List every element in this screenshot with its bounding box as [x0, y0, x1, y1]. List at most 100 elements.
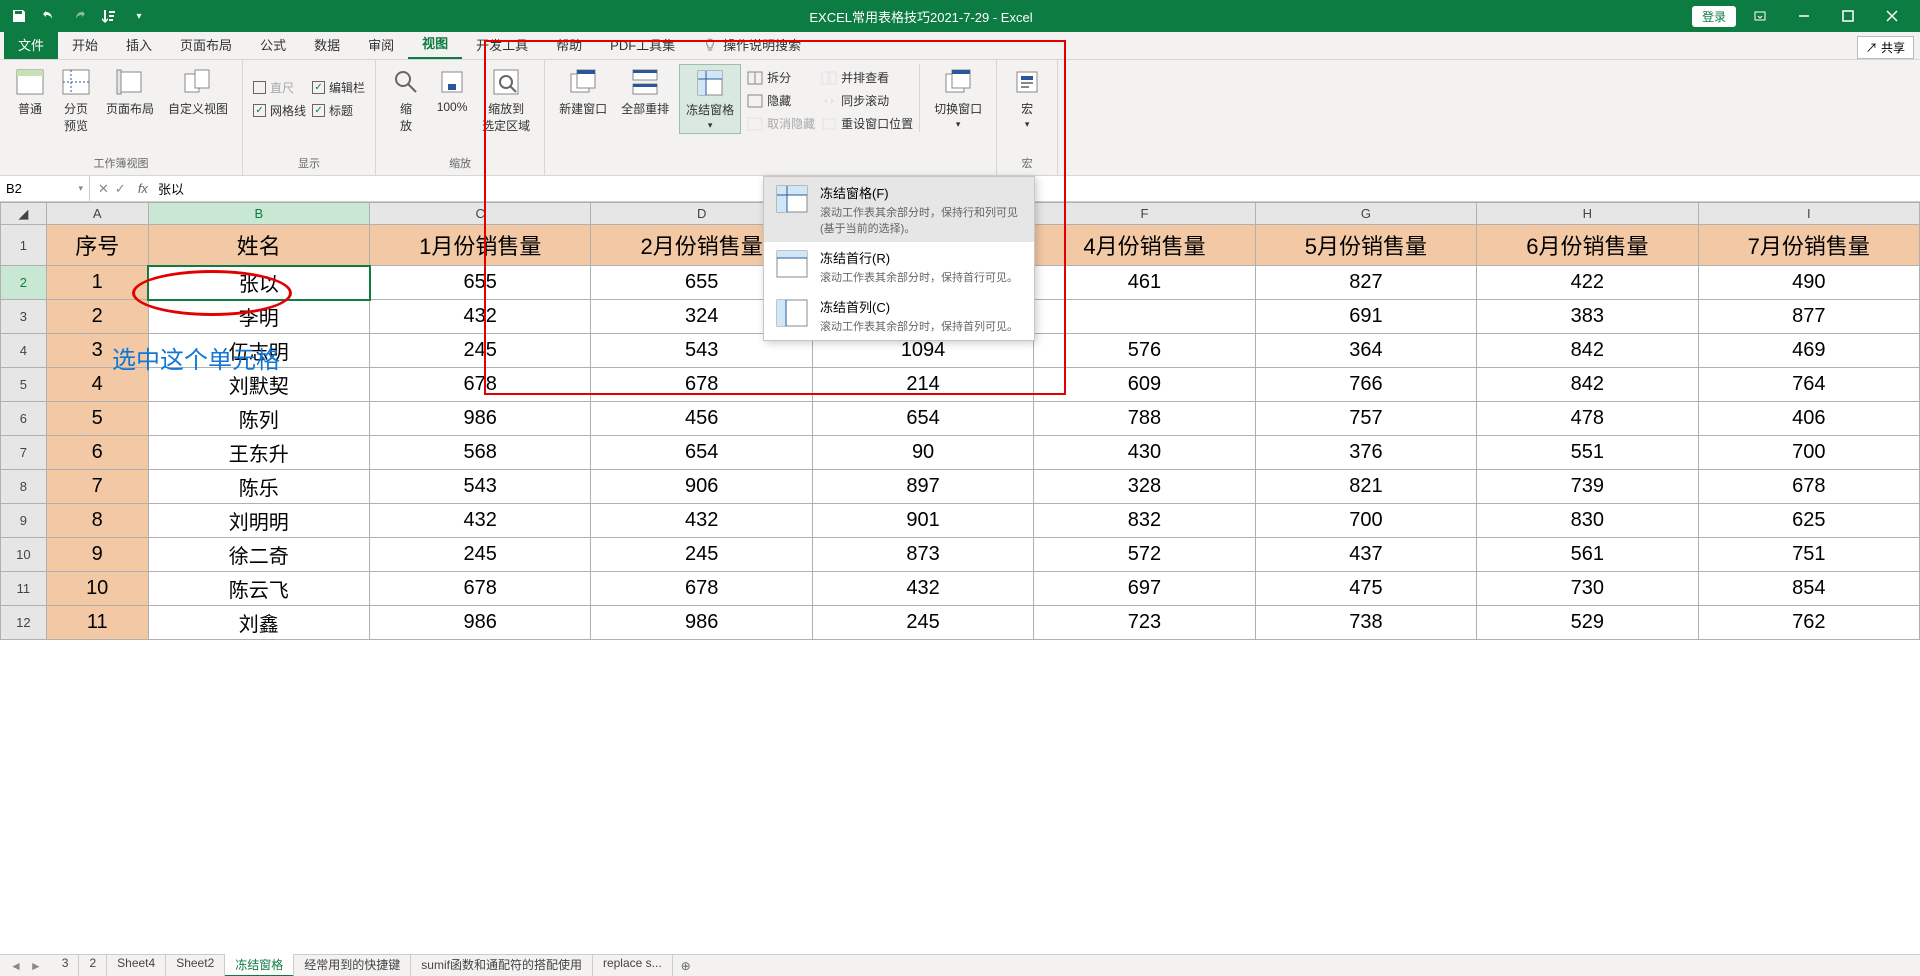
cell[interactable]: 徐二奇: [148, 538, 369, 572]
page-layout-button[interactable]: 页面布局: [102, 64, 158, 119]
tab-page-layout[interactable]: 页面布局: [166, 30, 246, 59]
cell[interactable]: 543: [370, 470, 591, 504]
cell[interactable]: [1034, 300, 1255, 334]
page-break-button[interactable]: 分页 预览: [56, 64, 96, 136]
cell[interactable]: 328: [1034, 470, 1255, 504]
cell[interactable]: 901: [812, 504, 1033, 538]
row-header[interactable]: 5: [1, 368, 47, 402]
save-icon[interactable]: [8, 5, 30, 27]
cell[interactable]: 9: [46, 538, 148, 572]
sheet-tab[interactable]: 冻结窗格: [225, 954, 294, 976]
row-header[interactable]: 6: [1, 402, 47, 436]
cell[interactable]: 422: [1477, 266, 1698, 300]
cell[interactable]: 11: [46, 606, 148, 640]
cell[interactable]: 873: [812, 538, 1033, 572]
ribbon-options-icon[interactable]: [1740, 0, 1780, 32]
zoom-selection-button[interactable]: 缩放到 选定区域: [478, 64, 534, 136]
cell[interactable]: 842: [1477, 334, 1698, 368]
tell-me[interactable]: 操作说明搜索: [689, 30, 815, 59]
tab-insert[interactable]: 插入: [112, 30, 166, 59]
cell[interactable]: 842: [1477, 368, 1698, 402]
row-header[interactable]: 2: [1, 266, 47, 300]
cell[interactable]: 678: [591, 368, 812, 402]
tab-home[interactable]: 开始: [58, 30, 112, 59]
fx-icon[interactable]: fx: [134, 181, 152, 196]
cell[interactable]: 1: [46, 266, 148, 300]
cell[interactable]: 576: [1034, 334, 1255, 368]
cell[interactable]: 609: [1034, 368, 1255, 402]
cell[interactable]: 788: [1034, 402, 1255, 436]
close-icon[interactable]: [1872, 0, 1912, 32]
freeze-panes-button[interactable]: 冻结窗格 ▾: [679, 64, 741, 134]
headings-check[interactable]: 标题: [312, 101, 365, 120]
tab-file[interactable]: 文件: [4, 30, 58, 59]
col-header[interactable]: G: [1255, 203, 1476, 225]
cell[interactable]: 739: [1477, 470, 1698, 504]
cell[interactable]: 王东升: [148, 436, 369, 470]
formula-bar[interactable]: 张以: [152, 179, 1920, 198]
header-cell[interactable]: 7月份销售量: [1698, 225, 1919, 266]
sheet-tab[interactable]: Sheet2: [166, 954, 225, 976]
switch-window-button[interactable]: 切换窗口 ▾: [930, 64, 986, 132]
cell[interactable]: 678: [370, 572, 591, 606]
custom-view-button[interactable]: 自定义视图: [164, 64, 232, 119]
col-header[interactable]: A: [46, 203, 148, 225]
cell[interactable]: 678: [370, 368, 591, 402]
cell[interactable]: 475: [1255, 572, 1476, 606]
cell[interactable]: 432: [812, 572, 1033, 606]
arrange-button[interactable]: 全部重排: [617, 64, 673, 119]
cell[interactable]: 张以: [148, 266, 369, 300]
cell[interactable]: 830: [1477, 504, 1698, 538]
cell[interactable]: 766: [1255, 368, 1476, 402]
cell[interactable]: 654: [812, 402, 1033, 436]
add-sheet-button[interactable]: ⊕: [673, 959, 699, 973]
zoom-button[interactable]: 缩 放: [386, 64, 426, 136]
cell[interactable]: 986: [370, 606, 591, 640]
cell[interactable]: 723: [1034, 606, 1255, 640]
sheet-tab[interactable]: 经常用到的快捷键: [294, 954, 411, 976]
cell[interactable]: 572: [1034, 538, 1255, 572]
row-header[interactable]: 8: [1, 470, 47, 504]
sort-icon[interactable]: [98, 5, 120, 27]
tab-review[interactable]: 审阅: [354, 30, 408, 59]
select-all[interactable]: ◢: [1, 203, 47, 225]
sheet-tab[interactable]: replace s...: [593, 954, 673, 976]
cell[interactable]: 5: [46, 402, 148, 436]
cell[interactable]: 678: [1698, 470, 1919, 504]
cell[interactable]: 655: [370, 266, 591, 300]
tab-developer[interactable]: 开发工具: [462, 30, 542, 59]
tab-formulas[interactable]: 公式: [246, 30, 300, 59]
cell[interactable]: 2: [46, 300, 148, 334]
cell[interactable]: 376: [1255, 436, 1476, 470]
cell[interactable]: 383: [1477, 300, 1698, 334]
cell[interactable]: 568: [370, 436, 591, 470]
header-cell[interactable]: 4月份销售量: [1034, 225, 1255, 266]
sheet-tab[interactable]: Sheet4: [107, 954, 166, 976]
cell[interactable]: 214: [812, 368, 1033, 402]
row-header[interactable]: 4: [1, 334, 47, 368]
name-box[interactable]: B2▾: [0, 176, 90, 201]
cell[interactable]: 821: [1255, 470, 1476, 504]
header-cell[interactable]: 序号: [46, 225, 148, 266]
header-cell[interactable]: 姓名: [148, 225, 369, 266]
undo-icon[interactable]: [38, 5, 60, 27]
cell[interactable]: 764: [1698, 368, 1919, 402]
normal-view-button[interactable]: 普通: [10, 64, 50, 119]
new-window-button[interactable]: 新建窗口: [555, 64, 611, 119]
cancel-formula-icon[interactable]: ✕: [98, 181, 109, 197]
sheet-tab[interactable]: sumif函数和通配符的搭配使用: [411, 954, 593, 976]
col-header[interactable]: F: [1034, 203, 1255, 225]
cell[interactable]: 551: [1477, 436, 1698, 470]
cell[interactable]: 827: [1255, 266, 1476, 300]
freeze-top-row-item[interactable]: 冻结首行(R)滚动工作表其余部分时，保持首行可见。: [764, 242, 1034, 291]
cell[interactable]: 刘明明: [148, 504, 369, 538]
gridlines-check[interactable]: 网格线: [253, 101, 306, 120]
col-header[interactable]: H: [1477, 203, 1698, 225]
col-header[interactable]: I: [1698, 203, 1919, 225]
header-cell[interactable]: 5月份销售量: [1255, 225, 1476, 266]
cell[interactable]: 730: [1477, 572, 1698, 606]
cell[interactable]: 8: [46, 504, 148, 538]
tab-pdf[interactable]: PDF工具集: [596, 30, 689, 59]
cell[interactable]: 469: [1698, 334, 1919, 368]
cell[interactable]: 10: [46, 572, 148, 606]
